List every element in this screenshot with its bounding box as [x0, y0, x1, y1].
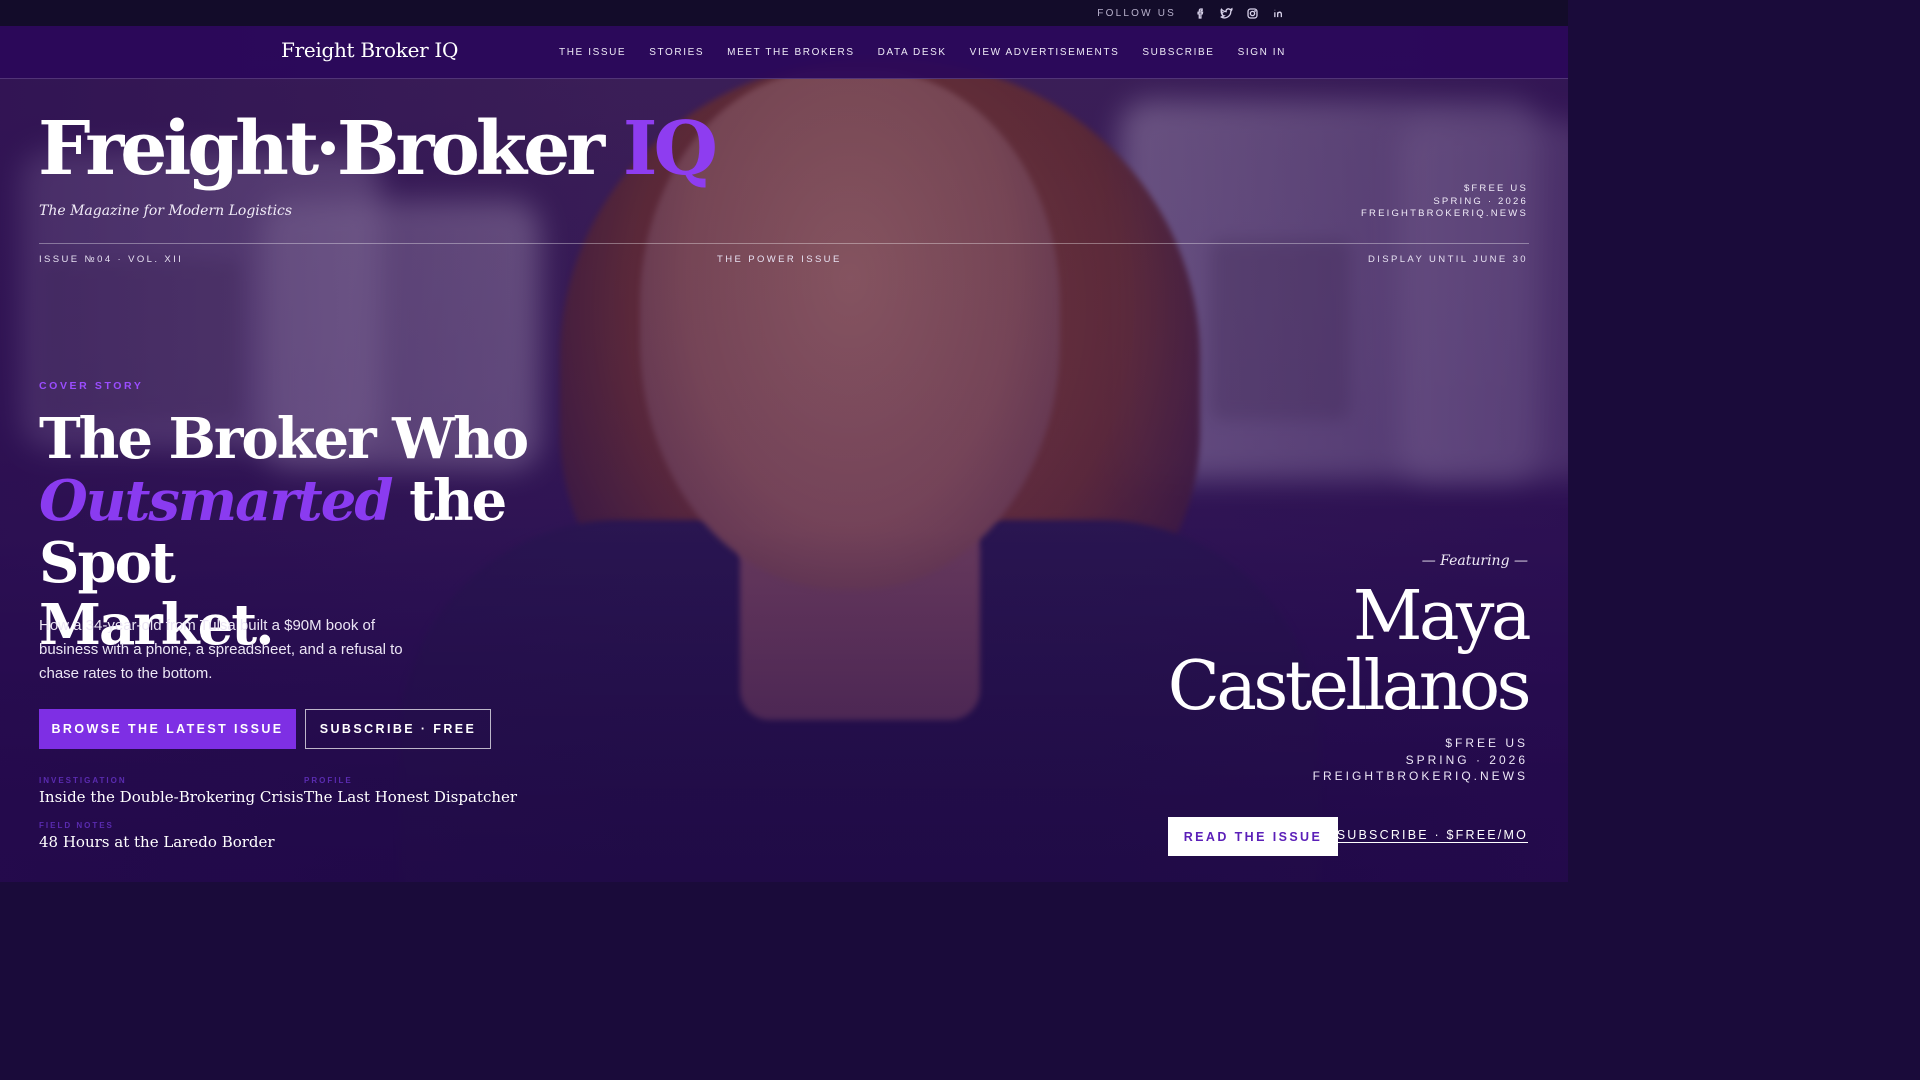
cover-story-eyebrow: COVER STORY [39, 380, 144, 392]
subscribe-monthly-link[interactable]: SUBSCRIBE · $FREE/MO [1337, 828, 1528, 842]
display-until: DISPLAY UNTIL JUNE 30 [1367, 254, 1528, 265]
read-the-issue-button[interactable]: READ THE ISSUE [1168, 817, 1338, 856]
story-kicker: FIELD NOTES [39, 821, 114, 830]
story-title: The Last Honest Dispatcher [304, 788, 518, 806]
story-title: 48 Hours at the Laredo Border [39, 833, 275, 851]
headline-emphasis: Outsmarted [39, 468, 394, 534]
nav-link-stories[interactable]: STORIES [649, 47, 704, 58]
issue-theme: THE POWER ISSUE [717, 254, 842, 265]
follow-label: FOLLOW US [1097, 7, 1176, 19]
nav-link-the-issue[interactable]: THE ISSUE [559, 47, 626, 58]
cover-dek: How a 34-year-old from Tulsa built a $90… [39, 617, 403, 682]
masthead-title-main: Freight·Broker [38, 106, 605, 192]
main-nav: Freight Broker IQ THE ISSUE STORIES MEET… [0, 26, 1568, 79]
masthead-price: $FREE US [1463, 183, 1528, 194]
featuring-season: SPRING · 2026 [1405, 752, 1528, 767]
story-link-profile[interactable]: PROFILE The Last Honest Dispatcher [304, 776, 517, 806]
twitter-icon[interactable] [1218, 5, 1234, 21]
featuring-label: — Featuring — [1421, 553, 1528, 569]
masthead-season: SPRING · 2026 [1433, 195, 1528, 207]
masthead-title-accent: IQ [622, 106, 718, 192]
nav-link-sign-in[interactable]: SIGN IN [1238, 47, 1286, 58]
nav-links: THE ISSUE STORIES MEET THE BROKERS DATA … [559, 26, 1286, 79]
linkedin-icon[interactable] [1270, 5, 1286, 21]
featuring-price: $FREE US [1445, 736, 1528, 750]
subscribe-free-button[interactable]: SUBSCRIBE · FREE [305, 709, 491, 749]
masthead-tagline: The Magazine for Modern Logistics [39, 203, 293, 219]
issue-number: ISSUE №04 · VOL. XII [39, 254, 184, 265]
brand-logo[interactable]: Freight Broker IQ [281, 38, 458, 62]
top-strip: FOLLOW US [0, 0, 1568, 26]
masthead-meta: $FREE US SPRING · 2026 FREIGHTBROKERIQ.N… [1361, 183, 1528, 221]
featuring-url: FREIGHTBROKERIQ.NEWS [1312, 769, 1528, 783]
featuring-meta: $FREE US SPRING · 2026 FREIGHTBROKERIQ.N… [1313, 735, 1528, 785]
featured-last-name: Castellanos [1167, 647, 1532, 726]
nav-link-data-desk[interactable]: DATA DESK [878, 47, 947, 58]
follow-bar: FOLLOW US [1097, 0, 1286, 26]
instagram-icon[interactable] [1244, 5, 1260, 21]
facebook-icon[interactable] [1192, 5, 1208, 21]
nav-link-meet-the-brokers[interactable]: MEET THE BROKERS [727, 47, 854, 58]
story-title: Inside the Double-Brokering Crisis [39, 788, 304, 806]
story-kicker: INVESTIGATION [39, 776, 127, 785]
featured-first-name: Maya [1352, 577, 1532, 656]
headline-line-1: The Broker Who [39, 406, 529, 472]
featured-person-name: Maya Castellanos [1167, 577, 1532, 726]
story-link-investigation[interactable]: INVESTIGATION Inside the Double-Brokerin… [39, 776, 304, 806]
masthead-url: FREIGHTBROKERIQ.NEWS [1361, 208, 1528, 219]
masthead-title: Freight·Broker IQ [38, 112, 718, 186]
story-link-field-notes[interactable]: FIELD NOTES 48 Hours at the Laredo Borde… [39, 821, 275, 851]
masthead-divider [39, 243, 1529, 244]
nav-link-subscribe[interactable]: SUBSCRIBE [1142, 47, 1214, 58]
browse-latest-issue-button[interactable]: BROWSE THE LATEST ISSUE [39, 709, 296, 749]
nav-link-view-advertisements[interactable]: VIEW ADVERTISEMENTS [970, 47, 1120, 58]
story-kicker: PROFILE [304, 776, 353, 785]
